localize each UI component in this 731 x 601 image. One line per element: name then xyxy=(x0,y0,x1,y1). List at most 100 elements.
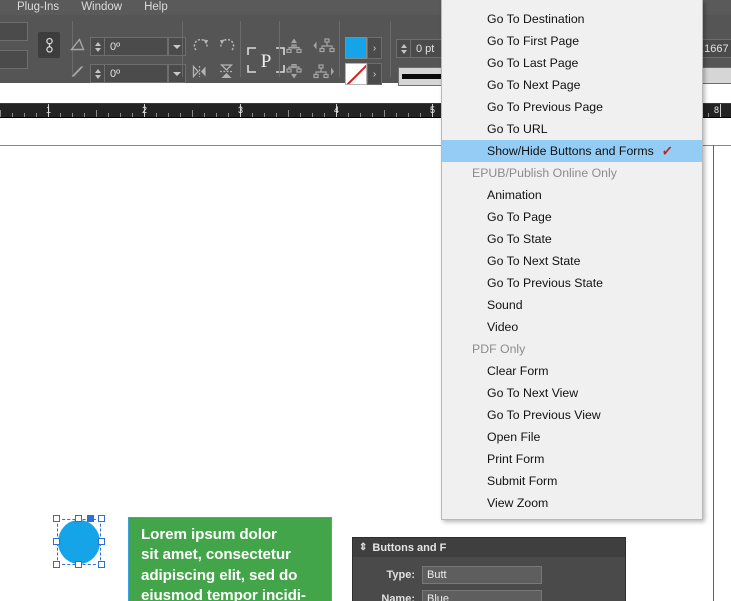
rotate-counterclockwise-icon[interactable] xyxy=(216,36,236,54)
menu-item-go-to-state[interactable]: Go To State xyxy=(442,228,702,250)
menu-group-epub-publish-online-only: EPUB/Publish Online Only xyxy=(442,162,702,184)
menu-item-sound[interactable]: Sound xyxy=(442,294,702,316)
toolbar-divider xyxy=(279,21,280,77)
text-line: sit amet, consectetur xyxy=(141,546,291,564)
panel-title: Buttons and F xyxy=(372,541,447,554)
container-selector[interactable]: P xyxy=(245,45,287,75)
selection-handle-top-right-active[interactable] xyxy=(87,515,94,522)
selection-handle-bottom-left[interactable] xyxy=(53,561,60,568)
ruler-tick xyxy=(372,113,373,117)
fill-color-control[interactable]: › xyxy=(345,37,382,59)
stroke-weight-spinner[interactable] xyxy=(396,39,410,58)
text-frame-object[interactable]: Lorem ipsum dolor sit amet, consectetur … xyxy=(128,517,332,601)
combo-field-bottom[interactable] xyxy=(0,49,28,69)
flip-vertical-icon[interactable] xyxy=(216,62,236,80)
combo-field-top[interactable] xyxy=(0,21,28,41)
menu-item-label: EPUB/Publish Online Only xyxy=(472,166,617,180)
select-container-up-icon[interactable] xyxy=(285,37,303,53)
rotation-angle-field[interactable]: 0º xyxy=(104,64,168,83)
menu-item-go-to-page[interactable]: Go To Page xyxy=(442,206,702,228)
menu-item-animation[interactable]: Animation xyxy=(442,184,702,206)
menu-item-clear-form[interactable]: Clear Form xyxy=(442,360,702,382)
fill-swatch-menu-button[interactable]: › xyxy=(367,37,382,59)
select-container-down-icon[interactable] xyxy=(285,63,303,79)
fill-swatch[interactable] xyxy=(345,37,367,59)
select-previous-object-icon[interactable] xyxy=(313,37,335,53)
menu-item-video[interactable]: Video xyxy=(442,316,702,338)
selection-handle-top-right[interactable] xyxy=(98,515,105,522)
selection-handle-middle-left[interactable] xyxy=(53,538,60,545)
ruler-tick xyxy=(132,113,133,117)
type-select[interactable]: Butt xyxy=(422,566,542,584)
actions-dropdown-menu[interactable]: Go To Destination Go To First Page Go To L… xyxy=(441,0,703,520)
menubar-item-plug-ins[interactable]: Plug-Ins xyxy=(6,1,70,15)
menubar-item-help[interactable]: Help xyxy=(133,1,179,15)
chevron-down-icon[interactable] xyxy=(168,37,186,56)
ruler-tick xyxy=(348,113,349,117)
rotation-spinner[interactable] xyxy=(90,64,104,83)
name-label: Name: xyxy=(381,593,415,601)
shear-angle-field[interactable]: 0º xyxy=(104,37,168,56)
menu-item-submit-form[interactable]: Submit Form xyxy=(442,470,702,492)
shear-spinner[interactable] xyxy=(90,37,104,56)
shear-angle-control[interactable]: 0º xyxy=(90,37,186,56)
menu-item-label: Go To State xyxy=(487,232,552,246)
menu-item-label: Go To Page xyxy=(487,210,552,224)
menu-item-view-zoom[interactable]: View Zoom xyxy=(442,492,702,514)
panel-header[interactable]: ⇕ Buttons and F xyxy=(353,538,625,557)
rotate-clockwise-icon[interactable] xyxy=(191,36,211,54)
buttons-and-forms-panel[interactable]: ⇕ Buttons and F Type: Butt Name: Blue Ev… xyxy=(352,537,626,601)
name-input[interactable]: Blue xyxy=(422,590,542,601)
menu-item-go-to-next-state[interactable]: Go To Next State xyxy=(442,250,702,272)
link-proportions-button[interactable] xyxy=(38,32,60,58)
menu-item-go-to-previous-state[interactable]: Go To Previous State xyxy=(442,272,702,294)
menu-item-show-hide-buttons-and-forms[interactable]: Show/Hide Buttons and Forms ✓ xyxy=(442,140,702,162)
stroke-swatch-none[interactable] xyxy=(345,63,367,85)
menu-item-label: Go To Previous State xyxy=(487,276,603,290)
ruler-tick xyxy=(180,113,181,117)
selection-handle-top-left[interactable] xyxy=(53,515,60,522)
chevron-down-icon[interactable] xyxy=(168,64,186,83)
ruler-tick xyxy=(396,113,397,117)
selection-handle-bottom-right[interactable] xyxy=(98,561,105,568)
menubar-item-window[interactable]: Window xyxy=(70,1,133,15)
menu-item-label: Go To Destination xyxy=(487,12,585,26)
ruler-tick xyxy=(360,113,361,117)
shear-icon xyxy=(70,37,86,51)
selection-handle-middle-right[interactable] xyxy=(98,538,105,545)
menu-item-go-to-last-page[interactable]: Go To Last Page xyxy=(442,52,702,74)
ruler-tick xyxy=(204,113,205,117)
flip-horizontal-icon[interactable] xyxy=(191,62,211,80)
rotation-angle-control[interactable]: 0º xyxy=(90,64,186,83)
menu-item-go-to-url[interactable]: Go To URL xyxy=(442,118,702,140)
selection-handle-bottom-center[interactable] xyxy=(75,561,82,568)
menu-item-go-to-next-page[interactable]: Go To Next Page xyxy=(442,74,702,96)
select-next-object-icon[interactable] xyxy=(313,63,335,79)
ruler-tick xyxy=(120,113,121,117)
panel-collapse-icon[interactable]: ⇕ xyxy=(359,542,367,553)
ruler-tick xyxy=(60,113,61,117)
stroke-swatch-menu-button[interactable]: › xyxy=(367,63,382,85)
ruler-tick xyxy=(0,110,1,117)
stroke-color-control[interactable]: › xyxy=(345,63,382,85)
menu-item-label: Show/Hide Buttons and Forms xyxy=(487,144,654,158)
menu-item-go-to-previous-view[interactable]: Go To Previous View xyxy=(442,404,702,426)
menu-item-go-to-destination[interactable]: Go To Destination xyxy=(442,8,702,30)
circle-object[interactable] xyxy=(52,514,105,572)
control-combo-bottom[interactable] xyxy=(0,47,28,71)
menu-item-print-form[interactable]: Print Form xyxy=(442,448,702,470)
menu-item-open-file[interactable]: Open File xyxy=(442,426,702,448)
menu-item-label: Open File xyxy=(487,430,541,444)
ruler-tick xyxy=(72,113,73,117)
menu-item-label: Go To First Page xyxy=(487,34,580,48)
menu-item-go-to-next-view[interactable]: Go To Next View xyxy=(442,382,702,404)
menu-item-label: Print Form xyxy=(487,452,545,466)
menu-item-go-to-previous-page[interactable]: Go To Previous Page xyxy=(442,96,702,118)
ruler-tick xyxy=(420,113,421,117)
selection-handle-top-center[interactable] xyxy=(75,515,82,522)
ruler-tick xyxy=(156,113,157,117)
control-combo-top[interactable] xyxy=(0,19,28,43)
ruler-tick xyxy=(192,110,193,117)
menu-item-go-to-first-page[interactable]: Go To First Page xyxy=(442,30,702,52)
type-value: Butt xyxy=(427,569,447,581)
